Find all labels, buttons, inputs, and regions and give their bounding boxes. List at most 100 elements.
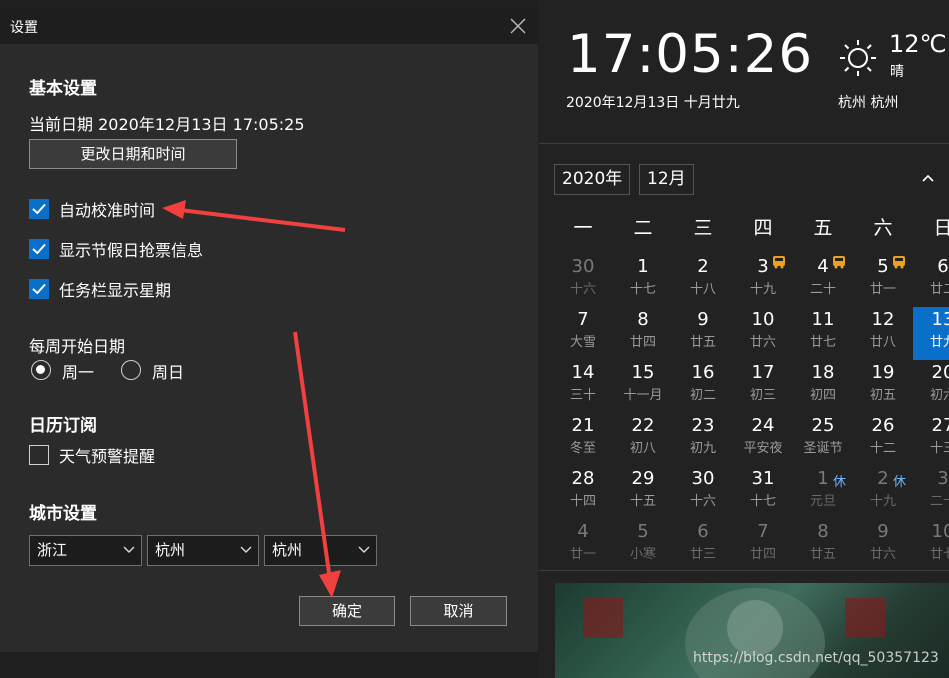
chevron-up-icon[interactable] (921, 173, 935, 183)
calendar-day[interactable]: 24 平安夜 (733, 413, 793, 466)
cancel-button[interactable]: 取消 (410, 596, 507, 626)
district-select[interactable]: 杭州 (264, 535, 377, 566)
day-number: 2 (697, 256, 709, 277)
calendar-day[interactable]: 3 十九 (733, 254, 793, 307)
city-settings-heading: 城市设置 (29, 504, 97, 524)
lunar-date: 十七 (749, 494, 776, 509)
calendar-day[interactable]: 9 廿五 (673, 307, 733, 360)
calendar-day[interactable]: 26 十二 (853, 413, 913, 466)
calendar-day[interactable]: 15 十一月 (613, 360, 673, 413)
radio-monday-label[interactable]: 周一 (62, 359, 94, 383)
lunar-date: 廿二 (929, 282, 949, 297)
calendar-day[interactable]: 1 十七 (613, 254, 673, 307)
lunar-date: 二十 (809, 282, 836, 297)
calendar-day[interactable]: 7 大雪 (553, 307, 613, 360)
province-select[interactable]: 浙江 (29, 535, 142, 566)
calendar-day[interactable]: 23 初九 (673, 413, 733, 466)
day-number: 4 (577, 521, 589, 542)
calendar-day[interactable]: 29 十五 (613, 466, 673, 519)
day-number: 25 (811, 415, 835, 436)
calendar-day[interactable]: 27 十三 (913, 413, 949, 466)
calendar-day[interactable]: 8 廿五 (793, 519, 853, 572)
lunar-date: 初二 (689, 388, 716, 403)
calendar-day[interactable]: 12 廿八 (853, 307, 913, 360)
holiday-tickets-checkbox[interactable] (29, 239, 49, 259)
calendar-day[interactable]: 25 圣诞节 (793, 413, 853, 466)
calendar-day[interactable]: 5 廿一 (853, 254, 913, 307)
calendar-day[interactable]: 6 廿三 (673, 519, 733, 572)
day-number: 8 (817, 521, 829, 542)
checkmark-icon (32, 203, 46, 215)
calendar-day[interactable]: 3 二十 (913, 466, 949, 519)
day-number: 3 (937, 468, 949, 489)
lunar-date: 二十 (929, 494, 949, 509)
calendar-day[interactable]: 10 廿七 (913, 519, 949, 572)
lunar-date: 三十 (569, 388, 596, 403)
calendar-day[interactable]: 6 廿二 (913, 254, 949, 307)
calendar-day[interactable]: 30 十六 (553, 254, 613, 307)
close-button[interactable] (504, 12, 532, 40)
lunar-date: 初四 (809, 388, 836, 403)
auto-calibrate-checkbox[interactable] (29, 199, 49, 219)
calendar-day[interactable]: 7 廿四 (733, 519, 793, 572)
calendar-day-today[interactable]: 13 廿九 (913, 307, 949, 360)
year-selector[interactable]: 2020年 (554, 164, 631, 195)
lunar-date: 初九 (689, 441, 716, 456)
taskbar-weekday-checkbox[interactable] (29, 279, 49, 299)
lunar-date: 十四 (569, 494, 596, 509)
calendar-day[interactable]: 21 冬至 (553, 413, 613, 466)
radio-sunday-label[interactable]: 周日 (152, 359, 184, 383)
calendar-day[interactable]: 20 初六 (913, 360, 949, 413)
calendar-day[interactable]: 14 三十 (553, 360, 613, 413)
lunar-date: 廿六 (749, 335, 776, 350)
calendar-day[interactable]: 10 廿六 (733, 307, 793, 360)
calendar-day[interactable]: 2 十八 (673, 254, 733, 307)
lunar-date: 十五 (629, 494, 656, 509)
day-number: 6 (937, 256, 949, 277)
calendar-day[interactable]: 19 初五 (853, 360, 913, 413)
day-number: 10 (751, 309, 775, 330)
lunar-date: 初六 (929, 388, 949, 403)
day-number: 30 (691, 468, 715, 489)
calendar-day[interactable]: 30 十六 (673, 466, 733, 519)
month-selector[interactable]: 12月 (639, 164, 694, 195)
calendar-day[interactable]: 1 元旦休 (793, 466, 853, 519)
holiday-badge: 休 (893, 475, 907, 490)
calendar-day[interactable]: 4 廿一 (553, 519, 613, 572)
chevron-down-icon (123, 546, 135, 553)
day-number: 19 (871, 362, 895, 383)
calendar-day[interactable]: 28 十四 (553, 466, 613, 519)
day-number: 18 (811, 362, 835, 383)
weekday-label: 二 (633, 217, 653, 239)
calendar-day[interactable]: 9 廿六 (853, 519, 913, 572)
checkmark-icon (32, 243, 46, 255)
calendar-day[interactable]: 16 初二 (673, 360, 733, 413)
calendar-day[interactable]: 5 小寒 (613, 519, 673, 572)
lunar-date: 廿一 (569, 547, 596, 562)
radio-monday[interactable] (31, 360, 51, 380)
city-select[interactable]: 杭州 (147, 535, 259, 566)
calendar-day[interactable]: 31 十七 (733, 466, 793, 519)
lunar-date: 十七 (629, 282, 656, 297)
clock-date: 2020年12月13日 十月廿九 (566, 95, 740, 111)
day-number: 1 (637, 256, 649, 277)
city-value: 杭州 (155, 541, 186, 559)
radio-sunday[interactable] (121, 360, 141, 380)
calendar-day[interactable]: 22 初八 (613, 413, 673, 466)
calendar-day[interactable]: 8 廿四 (613, 307, 673, 360)
change-date-time-button[interactable]: 更改日期和时间 (29, 139, 237, 169)
lunar-date: 廿七 (929, 547, 949, 562)
lunar-date: 十八 (689, 282, 716, 297)
calendar-day[interactable]: 17 初三 (733, 360, 793, 413)
lunar-date: 廿五 (809, 547, 836, 562)
ok-button[interactable]: 确定 (299, 596, 395, 626)
day-number: 27 (931, 415, 949, 436)
chevron-down-icon (240, 546, 252, 553)
calendar-day[interactable]: 18 初四 (793, 360, 853, 413)
calendar-day[interactable]: 11 廿七 (793, 307, 853, 360)
calendar-day[interactable]: 2 十九休 (853, 466, 913, 519)
day-number: 26 (871, 415, 895, 436)
lunar-date: 十三 (929, 441, 949, 456)
calendar-day[interactable]: 4 二十 (793, 254, 853, 307)
weather-alert-checkbox[interactable] (29, 445, 49, 465)
